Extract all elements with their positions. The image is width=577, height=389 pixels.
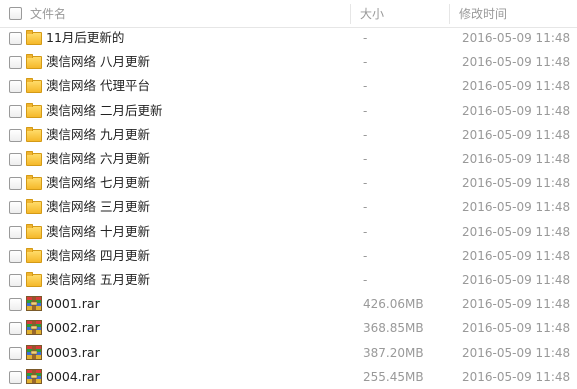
folder-row[interactable]: 澳信网络 四月更新 - 2016-05-09 11:48 (0, 244, 577, 268)
folder-icon (26, 54, 42, 70)
file-size: - (363, 273, 368, 287)
modified-time: 2016-05-09 11:48 (462, 176, 571, 191)
folder-row[interactable]: 11月后更新的 - 2016-05-09 11:48 (0, 26, 577, 50)
modified-time: 2016-05-09 11:48 (462, 31, 571, 45)
modified-time: 2016-05-09 11:48 (462, 345, 571, 360)
folder-icon (26, 223, 42, 239)
folder-row[interactable]: 澳信网络 七月更新 - 2016-05-09 11:48 (0, 171, 577, 195)
folder-row[interactable]: 澳信网络 八月更新 - 2016-05-09 11:48 (0, 50, 577, 74)
modified-time: 2016-05-09 11:48 (462, 273, 571, 287)
row-checkbox[interactable] (9, 225, 22, 239)
modified-time: 2016-05-09 11:48 (462, 200, 571, 215)
rar-archive-icon (26, 344, 42, 360)
folder-icon (26, 78, 42, 94)
modified-time: 2016-05-09 11:48 (462, 55, 571, 70)
folder-icon (26, 126, 42, 142)
file-name[interactable]: 澳信网络 五月更新 (46, 268, 150, 292)
column-header-size[interactable]: 大小 (360, 0, 384, 28)
folder-icon (26, 102, 42, 118)
select-all-checkbox[interactable] (9, 7, 22, 20)
modified-time: 2016-05-09 11:48 (462, 103, 571, 118)
folder-row[interactable]: 澳信网络 二月后更新 - 2016-05-09 11:48 (0, 99, 577, 123)
row-checkbox[interactable] (9, 128, 22, 142)
folder-icon (26, 247, 42, 263)
row-checkbox[interactable] (9, 56, 22, 70)
file-name[interactable]: 0003.rar (46, 341, 100, 365)
row-checkbox[interactable] (9, 32, 22, 45)
column-divider[interactable] (449, 4, 450, 24)
file-size: 426.06MB (363, 297, 424, 312)
column-divider[interactable] (350, 4, 351, 24)
file-name[interactable]: 澳信网络 代理平台 (46, 74, 150, 98)
row-checkbox[interactable] (9, 249, 22, 263)
file-size: - (363, 127, 368, 142)
file-name[interactable]: 0002.rar (46, 316, 100, 340)
file-name[interactable]: 澳信网络 四月更新 (46, 244, 150, 268)
row-checkbox[interactable] (9, 298, 22, 312)
rar-archive-icon (26, 320, 42, 336)
folder-row[interactable]: 澳信网络 十月更新 - 2016-05-09 11:48 (0, 220, 577, 244)
file-size: - (363, 176, 368, 191)
file-name[interactable]: 0001.rar (46, 292, 100, 316)
row-checkbox[interactable] (9, 370, 22, 384)
modified-time: 2016-05-09 11:48 (462, 127, 571, 142)
row-checkbox[interactable] (9, 153, 22, 166)
folder-row[interactable]: 澳信网络 九月更新 - 2016-05-09 11:48 (0, 123, 577, 147)
file-size: - (363, 224, 368, 239)
folder-icon (26, 199, 42, 215)
folder-row[interactable]: 澳信网络 五月更新 - 2016-05-09 11:48 (0, 268, 577, 292)
file-size: 255.45MB (363, 369, 424, 384)
file-name[interactable]: 11月后更新的 (46, 26, 124, 50)
modified-time: 2016-05-09 11:48 (462, 297, 571, 312)
file-name[interactable]: 澳信网络 六月更新 (46, 147, 150, 171)
row-checkbox[interactable] (9, 201, 22, 215)
file-list-header: 文件名 大小 修改时间 (0, 0, 577, 28)
file-row[interactable]: 0002.rar 368.85MB 2016-05-09 11:48 (0, 316, 577, 340)
file-size: - (363, 103, 368, 118)
file-row[interactable]: 0004.rar 255.45MB 2016-05-09 11:48 (0, 365, 577, 389)
folder-row[interactable]: 澳信网络 三月更新 - 2016-05-09 11:48 (0, 195, 577, 219)
rar-archive-icon (26, 368, 42, 384)
file-name[interactable]: 0004.rar (46, 365, 100, 389)
row-checkbox[interactable] (9, 104, 22, 118)
column-header-name[interactable]: 文件名 (30, 0, 66, 28)
folder-icon (26, 272, 42, 287)
row-checkbox[interactable] (9, 322, 22, 336)
modified-time: 2016-05-09 11:48 (462, 152, 571, 166)
file-name[interactable]: 澳信网络 二月后更新 (46, 99, 162, 123)
file-size: - (363, 79, 368, 94)
file-row[interactable]: 0001.rar 426.06MB 2016-05-09 11:48 (0, 292, 577, 316)
file-size: 368.85MB (363, 321, 424, 336)
row-checkbox[interactable] (9, 80, 22, 94)
file-size: - (363, 31, 368, 45)
file-size: - (363, 152, 368, 166)
file-name[interactable]: 澳信网络 九月更新 (46, 123, 150, 147)
file-size: - (363, 200, 368, 215)
rar-archive-icon (26, 296, 42, 312)
column-header-modified[interactable]: 修改时间 (459, 0, 507, 28)
file-name[interactable]: 澳信网络 八月更新 (46, 50, 150, 74)
folder-icon (26, 30, 42, 45)
folder-row[interactable]: 澳信网络 代理平台 - 2016-05-09 11:48 (0, 74, 577, 98)
folder-icon (26, 175, 42, 191)
row-checkbox[interactable] (9, 274, 22, 287)
modified-time: 2016-05-09 11:48 (462, 369, 571, 384)
row-checkbox[interactable] (9, 346, 22, 360)
file-size: - (363, 55, 368, 70)
folder-icon (26, 151, 42, 166)
modified-time: 2016-05-09 11:48 (462, 321, 571, 336)
folder-row[interactable]: 澳信网络 六月更新 - 2016-05-09 11:48 (0, 147, 577, 171)
modified-time: 2016-05-09 11:48 (462, 248, 571, 263)
modified-time: 2016-05-09 11:48 (462, 224, 571, 239)
file-name[interactable]: 澳信网络 三月更新 (46, 195, 150, 219)
file-size: - (363, 248, 368, 263)
file-size: 387.20MB (363, 345, 424, 360)
file-name[interactable]: 澳信网络 十月更新 (46, 220, 150, 244)
row-checkbox[interactable] (9, 177, 22, 191)
modified-time: 2016-05-09 11:48 (462, 79, 571, 94)
file-name[interactable]: 澳信网络 七月更新 (46, 171, 150, 195)
file-row[interactable]: 0003.rar 387.20MB 2016-05-09 11:48 (0, 341, 577, 365)
